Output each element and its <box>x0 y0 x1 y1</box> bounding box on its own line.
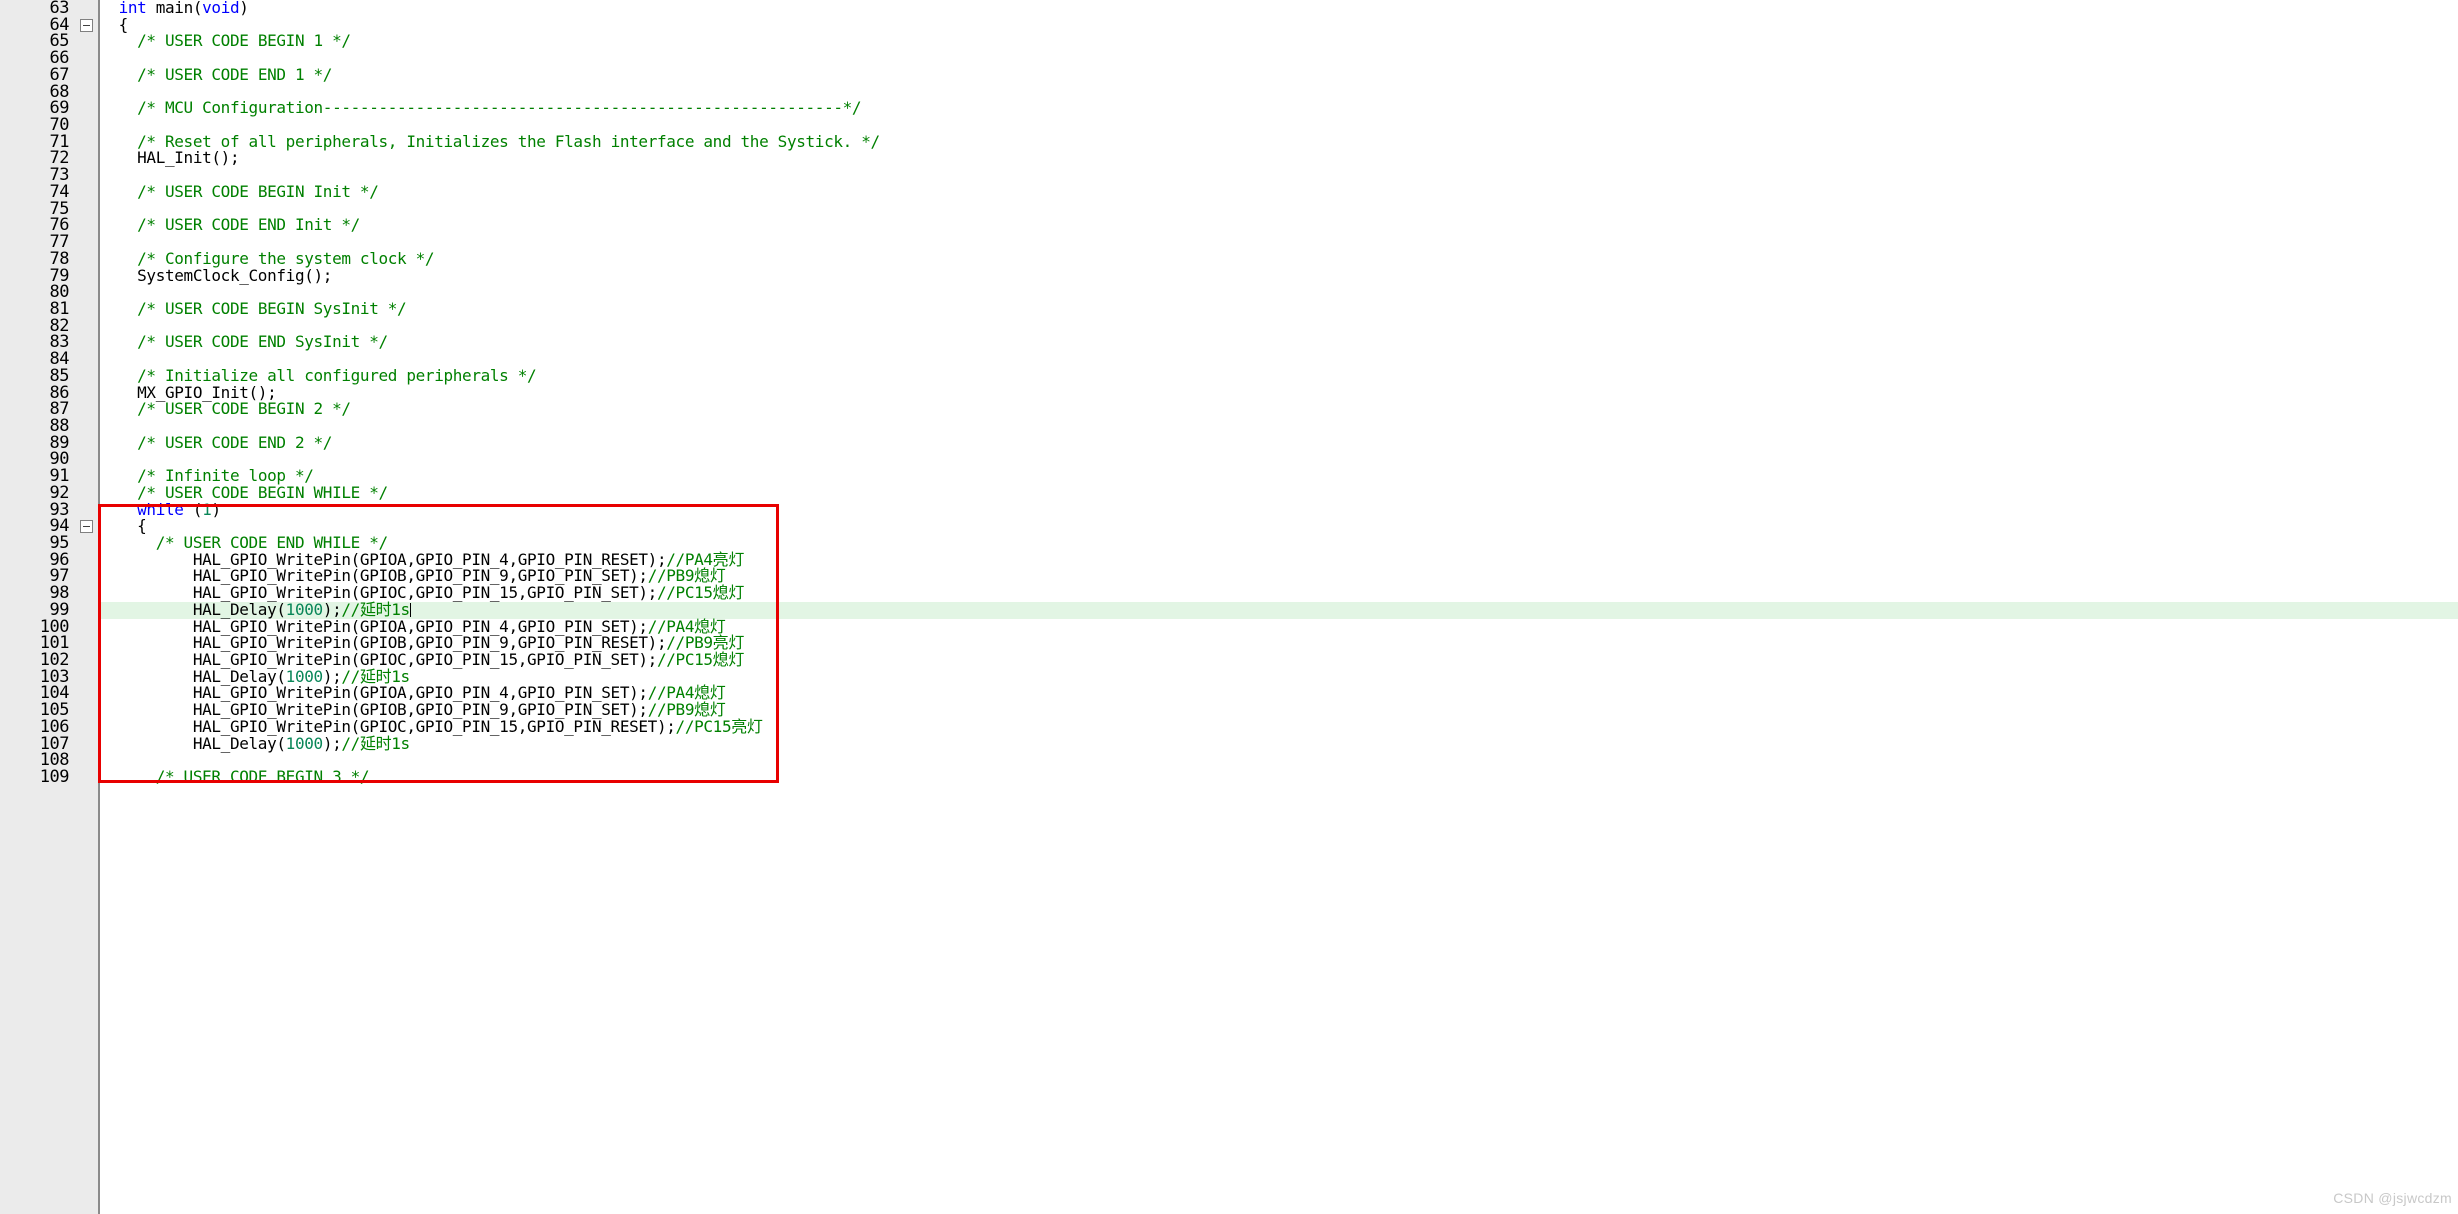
code-token-plain: HAL_Delay( <box>100 733 286 753</box>
code-token-comment: /* USER CODE END SysInit */ <box>137 332 388 352</box>
code-line[interactable] <box>100 50 2458 67</box>
code-token-comment: /* Reset of all peripherals, Initializes… <box>137 131 880 151</box>
code-token-comment: /* USER CODE BEGIN 1 */ <box>137 31 351 51</box>
code-line[interactable]: /* USER CODE BEGIN 3 */ <box>100 767 2458 787</box>
fold-collapse-icon[interactable] <box>80 18 93 32</box>
code-token-plain: ( <box>183 499 203 519</box>
code-line[interactable]: HAL_Init(); <box>100 150 2458 167</box>
code-token-comment: /* USER CODE BEGIN 3 */ <box>155 767 370 787</box>
code-token-comment: //PC15亮灯 <box>675 716 763 736</box>
code-line[interactable]: MX_GPIO_Init(); <box>100 384 2458 402</box>
code-token-comment: /* USER CODE END Init */ <box>137 215 360 235</box>
code-line[interactable] <box>100 752 2458 769</box>
code-line[interactable]: /* Initialize all configured peripherals… <box>100 365 2458 385</box>
code-line[interactable] <box>100 451 2458 468</box>
code-token-comment: //延时1s <box>341 733 410 753</box>
code-token-comment: /* USER CODE END 1 */ <box>137 64 333 84</box>
code-line[interactable] <box>100 284 2458 301</box>
code-token-comment: /* USER CODE END 2 */ <box>137 432 333 452</box>
text-caret <box>409 602 411 617</box>
code-line[interactable]: /* USER CODE BEGIN SysInit */ <box>100 298 2458 318</box>
line-number: 78 <box>49 248 70 269</box>
code-token-comment: //PC15熄灯 <box>656 583 744 603</box>
code-line[interactable]: HAL_GPIO_WritePin(GPIOC,GPIO_PIN_15,GPIO… <box>100 716 2458 736</box>
code-token-plain: SystemClock_Config(); <box>100 265 333 285</box>
gutter-fold-column[interactable] <box>78 0 100 1214</box>
code-token-plain: ) <box>211 499 221 519</box>
code-line[interactable]: /* Reset of all peripherals, Initializes… <box>100 131 2458 151</box>
code-line[interactable]: /* USER CODE BEGIN Init */ <box>100 181 2458 201</box>
code-token-comment: /* USER CODE BEGIN WHILE */ <box>137 482 388 502</box>
code-text-area[interactable]: int main(void) { /* USER CODE BEGIN 1 */… <box>0 0 2458 1214</box>
code-line[interactable]: /* Configure the system clock */ <box>100 248 2458 268</box>
code-token-plain: main( <box>146 0 203 17</box>
line-number-list: 63 64 65 66 67 68 69 70 71 72 73 74 75 76 77 78 79 80 81 82… <box>0 0 78 786</box>
code-line[interactable]: int main(void) <box>100 0 2458 17</box>
code-line[interactable] <box>100 234 2458 251</box>
code-token-comment: /* USER CODE BEGIN SysInit */ <box>137 298 407 318</box>
code-line[interactable]: /* Infinite loop */ <box>100 467 2458 485</box>
line-number: 109 <box>39 767 70 788</box>
code-line[interactable]: HAL_Delay(1000);//延时1s <box>100 733 2458 753</box>
code-line[interactable]: HAL_GPIO_WritePin(GPIOC,GPIO_PIN_15,GPIO… <box>100 583 2458 603</box>
code-line[interactable]: /* USER CODE END 1 */ <box>100 64 2458 84</box>
code-editor-window: int main(void) { /* USER CODE BEGIN 1 */… <box>0 0 2458 1214</box>
code-token-number: 1000 <box>285 733 323 753</box>
code-line[interactable]: /* USER CODE END SysInit */ <box>100 334 2458 351</box>
code-line[interactable] <box>100 418 2458 435</box>
code-line[interactable]: /* USER CODE END 2 */ <box>100 432 2458 452</box>
code-token-plain: ); <box>322 733 342 753</box>
code-line[interactable]: /* USER CODE BEGIN 2 */ <box>100 399 2458 419</box>
code-line[interactable]: /* MCU Configuration--------------------… <box>100 98 2458 118</box>
code-line[interactable]: /* USER CODE END Init */ <box>100 215 2458 235</box>
csdn-watermark: CSDN @jsjwcdzm <box>2333 1190 2452 1206</box>
code-token-keyword: void <box>202 0 240 17</box>
code-line[interactable]: { <box>100 16 2458 34</box>
code-line[interactable] <box>100 201 2458 218</box>
code-token-plain: ) <box>239 0 249 17</box>
fold-collapse-icon[interactable] <box>80 520 93 534</box>
code-line[interactable] <box>100 318 2458 335</box>
code-line[interactable]: { <box>100 517 2458 535</box>
code-line[interactable] <box>100 167 2458 184</box>
code-line[interactable]: HAL_GPIO_WritePin(GPIOC,GPIO_PIN_15,GPIO… <box>100 650 2458 670</box>
code-token-comment: /* MCU Configuration--------------------… <box>137 98 862 118</box>
code-line[interactable]: /* USER CODE BEGIN WHILE */ <box>100 482 2458 502</box>
gutter-separator <box>98 0 100 1214</box>
code-token-comment: /* Initialize all configured peripherals… <box>137 365 537 385</box>
code-token-comment: //PC15熄灯 <box>656 650 744 670</box>
code-token-plain: HAL_Init(); <box>100 148 240 168</box>
code-token-comment: /* USER CODE BEGIN 2 */ <box>137 399 351 419</box>
code-line[interactable]: SystemClock_Config(); <box>100 265 2458 285</box>
code-line[interactable]: /* USER CODE BEGIN 1 */ <box>100 33 2458 50</box>
code-token-comment: /* Configure the system clock */ <box>137 248 435 268</box>
code-line[interactable]: while (1) <box>100 499 2458 519</box>
code-token-comment: /* USER CODE BEGIN Init */ <box>137 181 379 201</box>
